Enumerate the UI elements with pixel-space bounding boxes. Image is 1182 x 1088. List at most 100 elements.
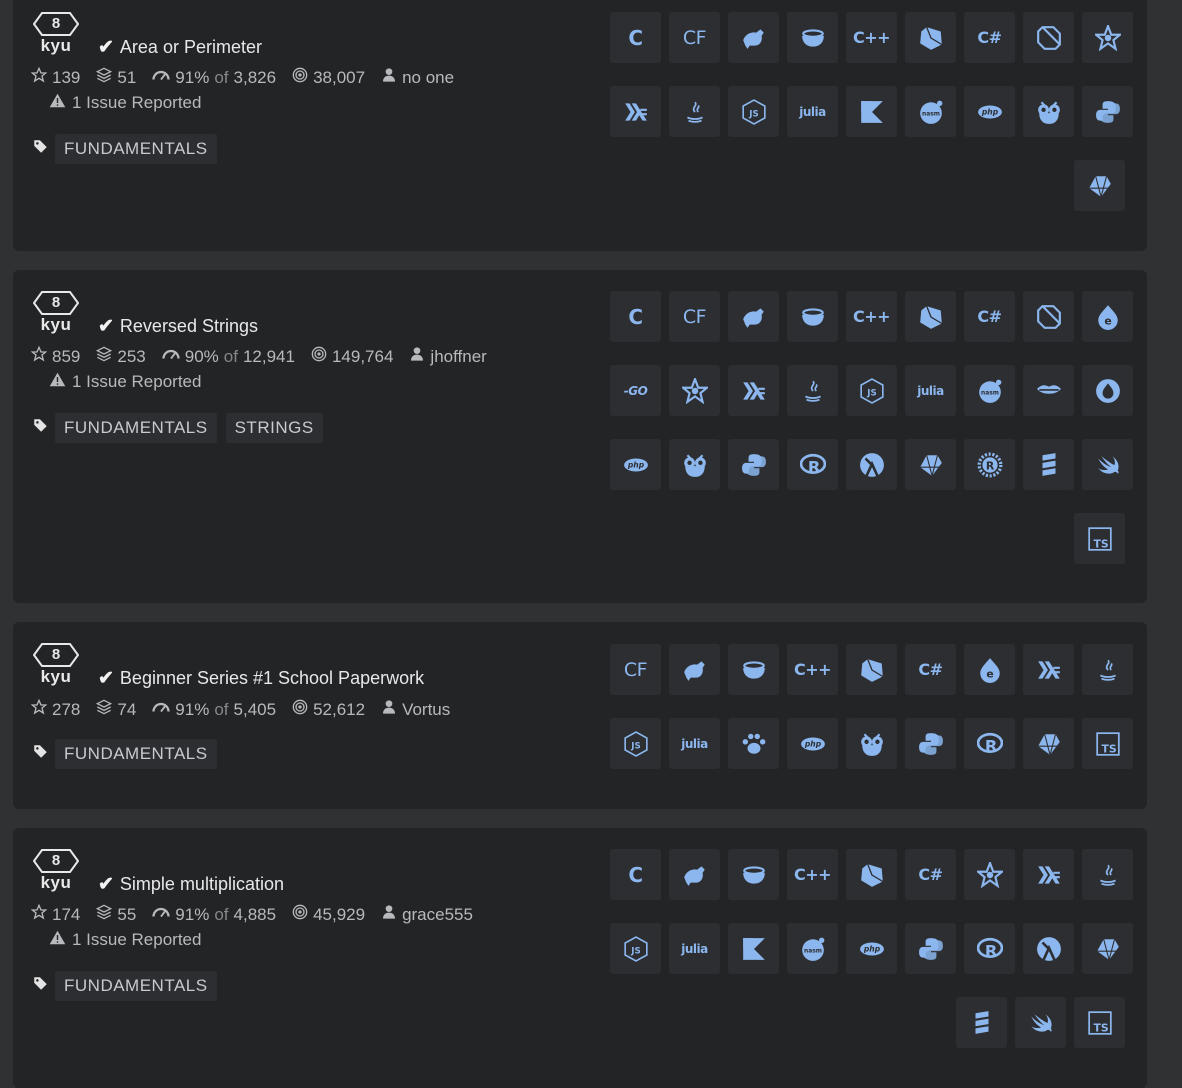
language-java-icon[interactable] xyxy=(1082,644,1133,695)
language-racket-icon[interactable] xyxy=(1023,923,1074,974)
language-cpp-icon[interactable]: C++ xyxy=(787,644,838,695)
language-go-icon[interactable]: -GO xyxy=(610,365,661,416)
language-csharp-icon[interactable]: C# xyxy=(964,291,1015,342)
language-kotlin-icon[interactable] xyxy=(846,86,897,137)
kata-title-link[interactable]: Beginner Series #1 School Paperwork xyxy=(120,668,424,689)
language-haskell-icon[interactable] xyxy=(610,86,661,137)
language-julia-icon[interactable]: julia xyxy=(669,923,720,974)
language-paw-icon[interactable] xyxy=(728,718,779,769)
language-c-icon[interactable]: C xyxy=(610,849,661,900)
language-typescript-icon[interactable]: TS xyxy=(1074,513,1125,564)
language-javascript-icon[interactable]: JS xyxy=(610,923,661,974)
tag-chip[interactable]: STRINGS xyxy=(225,413,323,443)
language-crystal-icon[interactable] xyxy=(905,291,956,342)
issue-reported[interactable]: 1 Issue Reported xyxy=(49,372,201,392)
language-scala-icon[interactable] xyxy=(1023,439,1074,490)
language-ocaml-icon[interactable] xyxy=(846,718,897,769)
author-link[interactable]: jhoffner xyxy=(430,347,486,367)
tag-chip[interactable]: FUNDAMENTALS xyxy=(55,134,217,164)
language-r-icon[interactable]: R xyxy=(964,923,1015,974)
language-ocaml-icon[interactable] xyxy=(1023,86,1074,137)
language-swift-icon[interactable] xyxy=(1015,997,1066,1048)
language-cpp-bowl-icon[interactable] xyxy=(787,12,838,63)
language-python-icon[interactable] xyxy=(728,439,779,490)
language-php-icon[interactable]: php xyxy=(964,86,1015,137)
language-ocaml-icon[interactable] xyxy=(669,439,720,490)
language-php-icon[interactable]: php xyxy=(846,923,897,974)
language-javascript-icon[interactable]: JS xyxy=(846,365,897,416)
language-cpp-bowl-icon[interactable] xyxy=(728,849,779,900)
kata-title-link[interactable]: Simple multiplication xyxy=(120,874,284,895)
language-elm-icon[interactable] xyxy=(1082,12,1133,63)
language-nasm-icon[interactable]: nasm xyxy=(787,923,838,974)
language-typescript-icon[interactable]: TS xyxy=(1082,718,1133,769)
language-crystal-icon[interactable] xyxy=(846,644,897,695)
language-erlang-icon[interactable]: e xyxy=(1082,291,1133,342)
language-julia-icon[interactable]: julia xyxy=(787,86,838,137)
language-swift-icon[interactable] xyxy=(1082,439,1133,490)
language-coffeescript-icon[interactable]: CF xyxy=(669,291,720,342)
language-ruby-icon[interactable] xyxy=(1023,718,1074,769)
language-kotlin-icon[interactable] xyxy=(728,923,779,974)
language-fsharp-icon[interactable] xyxy=(1082,365,1133,416)
language-erlang-icon[interactable]: e xyxy=(964,644,1015,695)
language-coffeescript-icon[interactable]: CF xyxy=(610,644,661,695)
language-csharp-icon[interactable]: C# xyxy=(964,12,1015,63)
language-c-icon[interactable]: C xyxy=(610,12,661,63)
language-crystal-icon[interactable] xyxy=(905,12,956,63)
language-haskell-icon[interactable] xyxy=(1023,849,1074,900)
language-julia-icon[interactable]: julia xyxy=(905,365,956,416)
language-c-icon[interactable]: C xyxy=(610,291,661,342)
language-haskell-icon[interactable] xyxy=(1023,644,1074,695)
tag-chip[interactable]: FUNDAMENTALS xyxy=(55,971,217,1001)
language-javascript-icon[interactable]: JS xyxy=(610,718,661,769)
author-link[interactable]: Vortus xyxy=(402,700,450,720)
language-elixir-icon[interactable] xyxy=(728,291,779,342)
language-cpp-icon[interactable]: C++ xyxy=(846,12,897,63)
language-cpp-bowl-icon[interactable] xyxy=(787,291,838,342)
language-cpp-bowl-icon[interactable] xyxy=(728,644,779,695)
language-coffeescript-icon[interactable]: CF xyxy=(669,12,720,63)
language-elixir-icon[interactable] xyxy=(669,849,720,900)
language-julia-icon[interactable]: julia xyxy=(669,718,720,769)
language-python-icon[interactable] xyxy=(1082,86,1133,137)
language-nasm-icon[interactable]: nasm xyxy=(964,365,1015,416)
language-r-icon[interactable]: R xyxy=(787,439,838,490)
issue-reported[interactable]: 1 Issue Reported xyxy=(49,93,201,113)
tag-chip[interactable]: FUNDAMENTALS xyxy=(55,739,217,769)
language-dart-icon[interactable] xyxy=(1023,12,1074,63)
language-ruby-icon[interactable] xyxy=(905,439,956,490)
language-java-icon[interactable] xyxy=(1082,849,1133,900)
language-crystal-icon[interactable] xyxy=(846,849,897,900)
language-nasm-icon[interactable]: nasm xyxy=(905,86,956,137)
language-ruby-icon[interactable] xyxy=(1074,160,1125,211)
author-link[interactable]: grace555 xyxy=(402,905,473,925)
tag-chip[interactable]: FUNDAMENTALS xyxy=(55,413,217,443)
language-python-icon[interactable] xyxy=(905,923,956,974)
language-typescript-icon[interactable]: TS xyxy=(1074,997,1125,1048)
language-ruby-icon[interactable] xyxy=(1082,923,1133,974)
language-dart-icon[interactable] xyxy=(1023,291,1074,342)
language-php-icon[interactable]: php xyxy=(787,718,838,769)
language-lips-icon[interactable] xyxy=(1023,365,1074,416)
language-javascript-icon[interactable]: JS xyxy=(728,86,779,137)
language-csharp-icon[interactable]: C# xyxy=(905,849,956,900)
language-racket-icon[interactable] xyxy=(846,439,897,490)
language-cpp-icon[interactable]: C++ xyxy=(787,849,838,900)
language-python-icon[interactable] xyxy=(905,718,956,769)
kata-title-link[interactable]: Reversed Strings xyxy=(120,316,258,337)
language-csharp-icon[interactable]: C# xyxy=(905,644,956,695)
language-scala-icon[interactable] xyxy=(956,997,1007,1048)
language-cpp-icon[interactable]: C++ xyxy=(846,291,897,342)
issue-reported[interactable]: 1 Issue Reported xyxy=(49,930,201,950)
language-elm-icon[interactable] xyxy=(669,365,720,416)
author-link[interactable]: no one xyxy=(402,68,454,88)
language-r-icon[interactable]: R xyxy=(964,718,1015,769)
language-haskell-icon[interactable] xyxy=(728,365,779,416)
language-java-icon[interactable] xyxy=(669,86,720,137)
kata-title-link[interactable]: Area or Perimeter xyxy=(120,37,262,58)
language-java-icon[interactable] xyxy=(787,365,838,416)
language-php-icon[interactable]: php xyxy=(610,439,661,490)
language-elm-icon[interactable] xyxy=(964,849,1015,900)
language-elixir-icon[interactable] xyxy=(728,12,779,63)
